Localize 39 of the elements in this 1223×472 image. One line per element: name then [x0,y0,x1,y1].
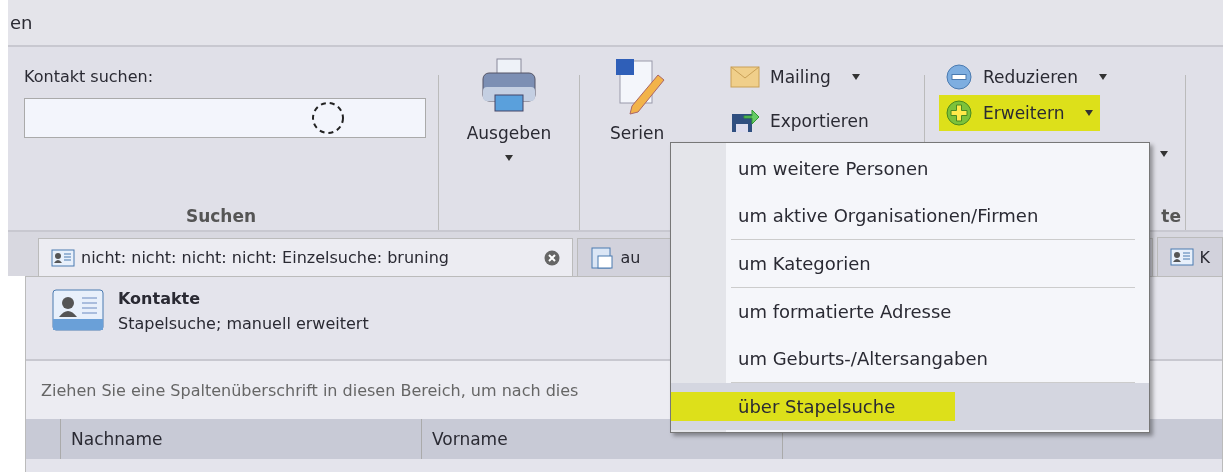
close-icon [544,249,561,266]
caret-icon [1084,110,1095,116]
contact-card-icon [52,289,104,331]
caret-icon [1159,151,1169,157]
menu-item[interactable]: um weitere Personen [671,145,1149,192]
caret-icon [1098,74,1109,80]
document-tab[interactable]: nicht: nicht: nicht: nicht: Einzelsuche: bruning [38,238,574,276]
save-arrow-icon [730,108,760,134]
group-caption: te [1161,206,1182,226]
contact-card-icon [1169,248,1194,266]
search-field[interactable] [24,98,426,138]
panel-subtitle: Stapelsuche; manuell erweitert [118,314,369,333]
ribbon-button[interactable]: Reduzieren [939,59,1115,95]
group-caption: Suchen [185,206,258,226]
ribbon-button[interactable]: Mailing [724,59,867,95]
plus-icon [945,99,973,127]
panel-title: Kontakte [118,289,202,308]
menu-item[interactable]: um aktive Organisationen/Firmen [671,192,1149,239]
printer-icon [480,57,538,115]
loading-icon [311,101,345,135]
caret-icon [850,74,861,80]
column-header[interactable]: Nachname [61,419,422,459]
menu-item[interactable]: um formatierte Adresse [671,288,1149,335]
menu-item[interactable]: um Geburts-/Altersangaben [671,335,1149,382]
print-button[interactable]: Ausgeben [439,47,579,177]
envelope-icon [730,66,760,88]
caret-icon [504,155,514,161]
ribbon-button[interactable]: Erweitern [939,95,1101,131]
search-label: Kontakt suchen: [24,67,155,86]
ribbon-button[interactable]: Exportieren [724,103,875,139]
folder-icon [590,245,615,270]
contact-card-icon [51,248,75,267]
group-hint: Ziehen Sie eine Spaltenüberschrift in diesen Bereich, um nach dies [41,380,579,400]
document-tab[interactable]: K [1156,237,1223,276]
menu-item[interactable]: über Stapelsuche [671,383,1149,430]
window-title: en [10,12,33,33]
letter-button[interactable]: Serien [580,47,674,143]
minus-icon [945,63,973,91]
menu-item[interactable]: um Kategorien [671,240,1149,287]
